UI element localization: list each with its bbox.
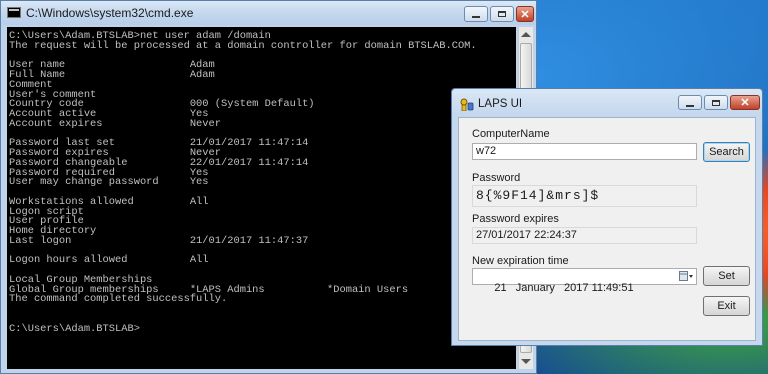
calendar-icon[interactable]: [679, 271, 693, 282]
laps-key-icon: [460, 98, 474, 111]
search-button[interactable]: Search: [703, 142, 750, 162]
maximize-icon: [712, 99, 720, 106]
laps-close-button[interactable]: ✕: [730, 95, 760, 110]
laps-ui-window[interactable]: LAPS UI ✕ ComputerName w72 Search Passwo…: [451, 88, 763, 346]
computer-name-input[interactable]: w72: [472, 143, 697, 160]
close-icon: ✕: [520, 8, 530, 21]
cmd-window-title: C:\Windows\system32\cmd.exe: [26, 6, 194, 20]
new-expiration-value: 21 January 2017 11:49:51: [494, 282, 634, 294]
cmd-minimize-button[interactable]: [464, 6, 488, 22]
new-expiration-datepicker[interactable]: 21 January 2017 11:49:51: [472, 268, 697, 294]
laps-minimize-button[interactable]: [678, 95, 702, 110]
laps-maximize-button[interactable]: [704, 95, 728, 110]
password-field[interactable]: 8{%9F14]&mrs]$: [472, 185, 697, 207]
laps-window-title: LAPS UI: [478, 98, 523, 110]
exit-button[interactable]: Exit: [703, 296, 750, 316]
minimize-icon: [686, 104, 694, 107]
scroll-up-icon[interactable]: [521, 32, 531, 37]
close-icon: ✕: [740, 97, 750, 109]
console-text: C:\Users\Adam.BTSLAB>net user adam /doma…: [9, 30, 477, 335]
password-label: Password: [472, 172, 521, 184]
laps-title-bar[interactable]: LAPS UI ✕: [452, 89, 762, 117]
new-expiration-label: New expiration time: [472, 255, 569, 267]
set-button[interactable]: Set: [703, 266, 750, 286]
maximize-icon: [498, 11, 506, 17]
computer-name-label: ComputerName: [472, 128, 550, 140]
cmd-maximize-button[interactable]: [490, 6, 514, 22]
cmd-title-bar[interactable]: C:\Windows\system32\cmd.exe ✕: [1, 1, 536, 25]
password-expires-label: Password expires: [472, 213, 559, 225]
scroll-down-icon[interactable]: [521, 359, 531, 364]
password-expires-field[interactable]: 27/01/2017 22:24:37: [472, 227, 697, 244]
minimize-icon: [472, 16, 480, 18]
cmd-close-button[interactable]: ✕: [516, 6, 534, 22]
laps-form: ComputerName w72 Search Password 8{%9F14…: [458, 117, 756, 341]
console-output-area[interactable]: C:\Users\Adam.BTSLAB>net user adam /doma…: [7, 27, 516, 369]
console-icon: [7, 7, 21, 18]
